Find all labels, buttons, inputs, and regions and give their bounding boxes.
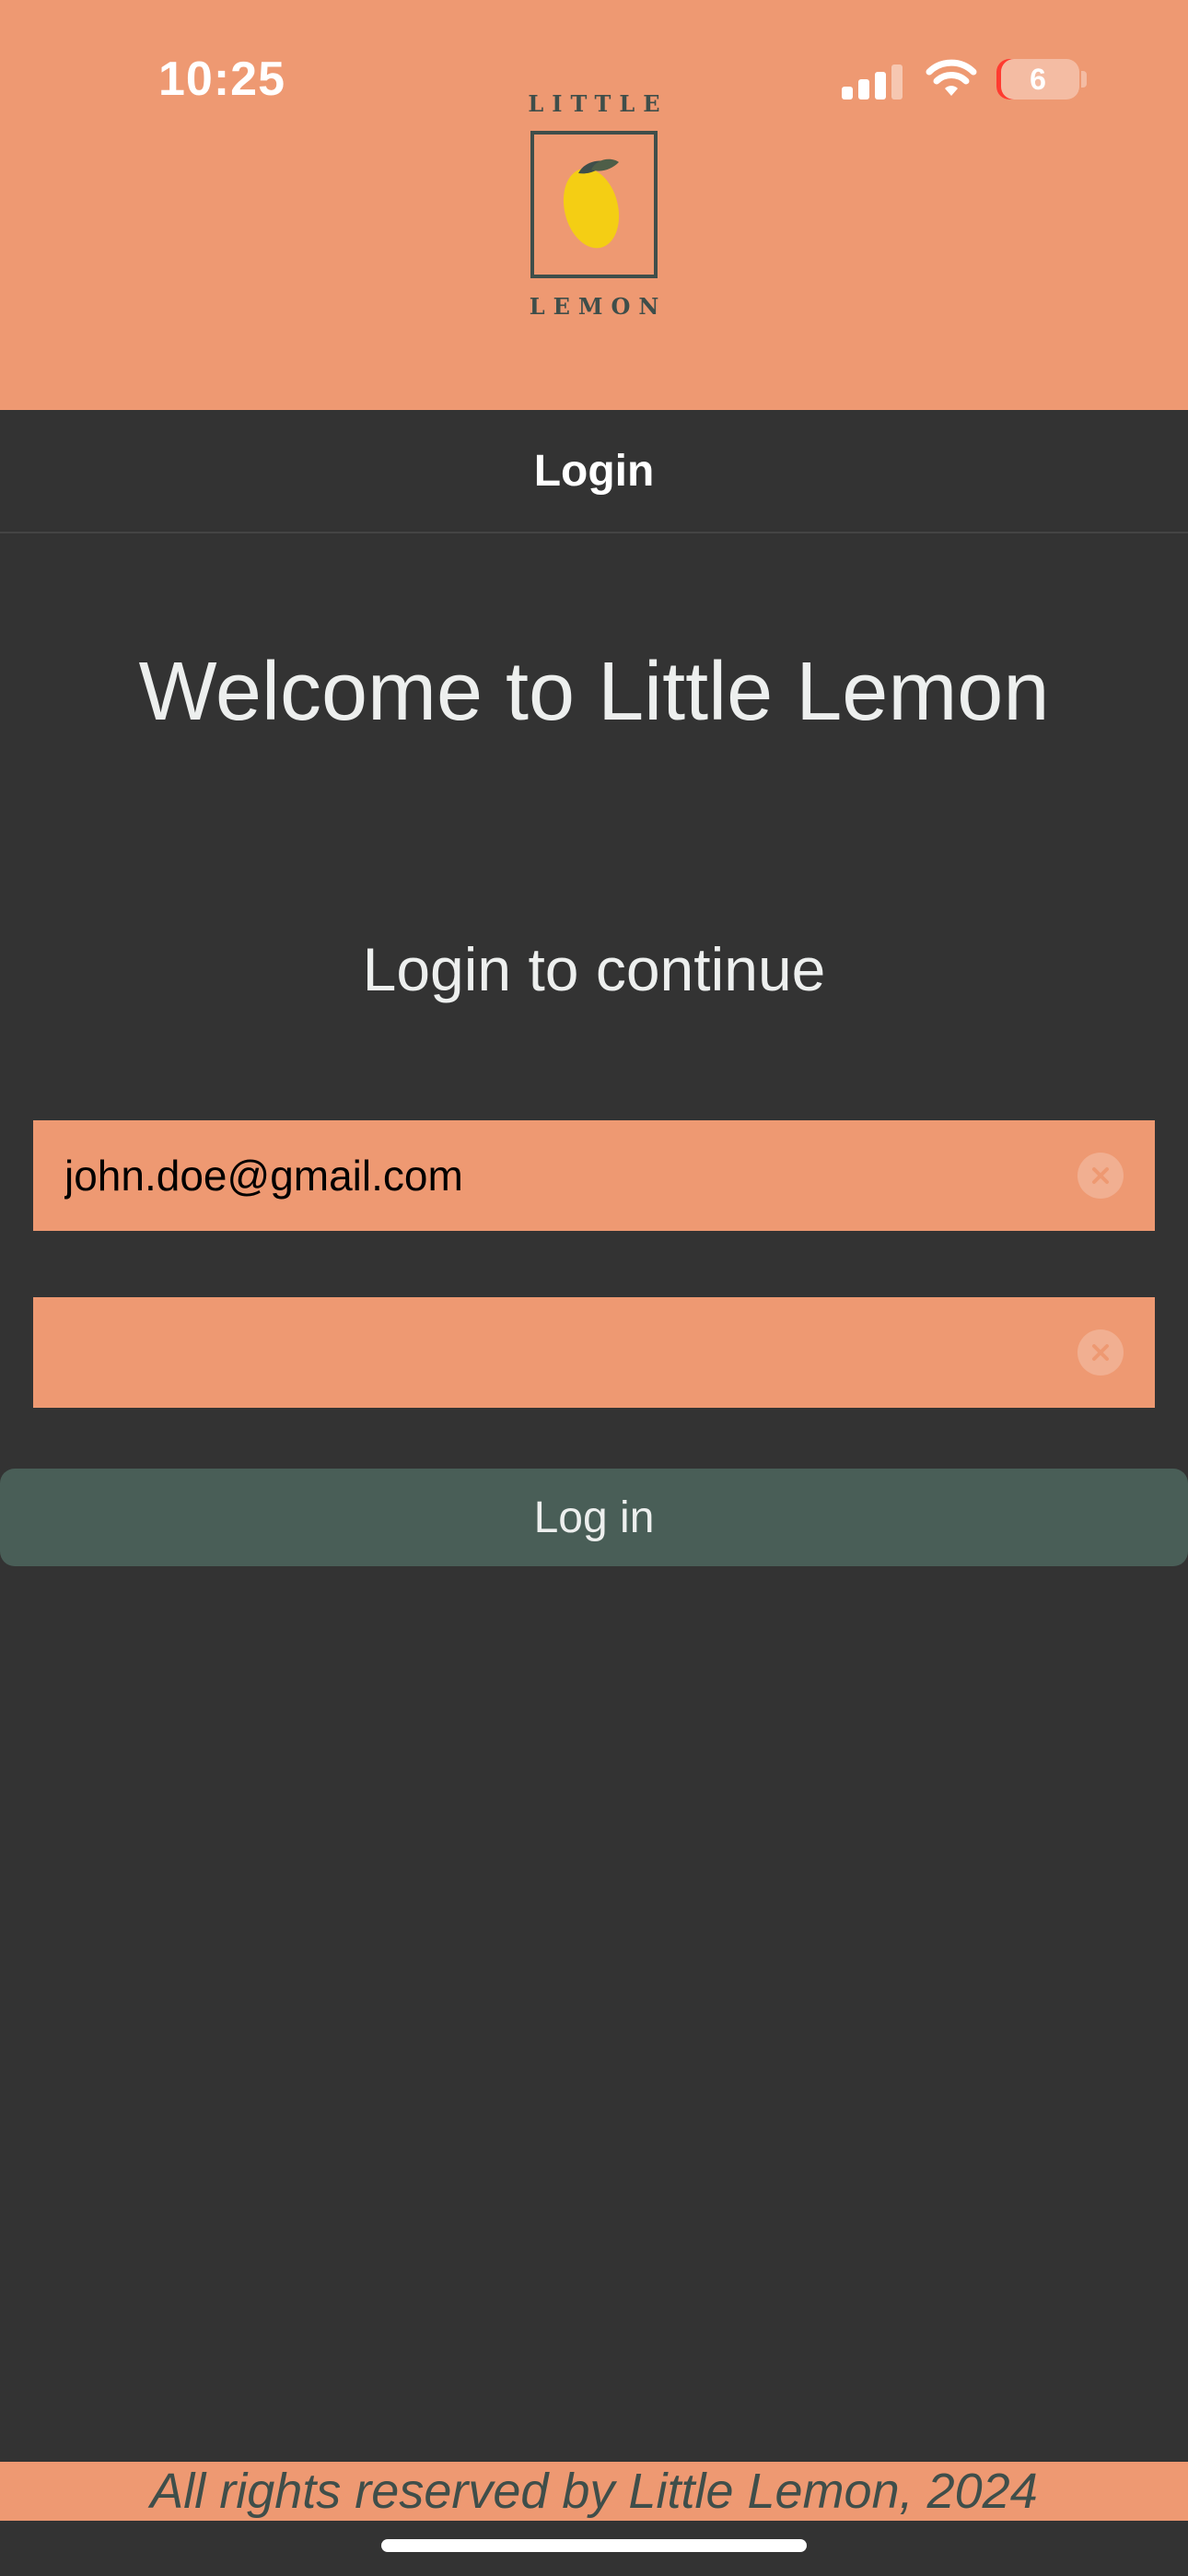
logo-text-bottom: LEMON: [529, 293, 668, 320]
password-field[interactable]: [33, 1297, 1155, 1408]
footer: All rights reserved by Little Lemon, 202…: [0, 2462, 1188, 2521]
login-button-label: Log in: [533, 1493, 655, 1542]
cellular-signal-icon: [842, 64, 903, 100]
email-input[interactable]: [64, 1151, 1077, 1200]
welcome-heading: Welcome to Little Lemon: [138, 646, 1050, 738]
battery-icon: 6: [996, 59, 1079, 100]
password-input[interactable]: [64, 1328, 1077, 1377]
login-button[interactable]: Log in: [0, 1469, 1188, 1566]
nav-title: Login: [533, 446, 655, 496]
logo-text-top: LITTLE: [528, 90, 669, 117]
lemon-icon: [530, 131, 658, 278]
login-subtitle: Login to continue: [362, 935, 826, 1003]
app-header: 10:25 6 LITTLE LEMON: [0, 0, 1188, 410]
home-indicator[interactable]: [381, 2539, 807, 2552]
status-time: 10:25: [158, 53, 285, 106]
email-field[interactable]: [33, 1120, 1155, 1231]
footer-text: All rights reserved by Little Lemon, 202…: [150, 2464, 1038, 2519]
clear-x-icon[interactable]: [1077, 1329, 1124, 1376]
navigation-bar: Login: [0, 410, 1188, 533]
clear-x-icon[interactable]: [1077, 1153, 1124, 1199]
battery-level: 6: [1030, 62, 1046, 96]
battery-cap: [1081, 71, 1087, 88]
wifi-icon: [926, 59, 977, 96]
